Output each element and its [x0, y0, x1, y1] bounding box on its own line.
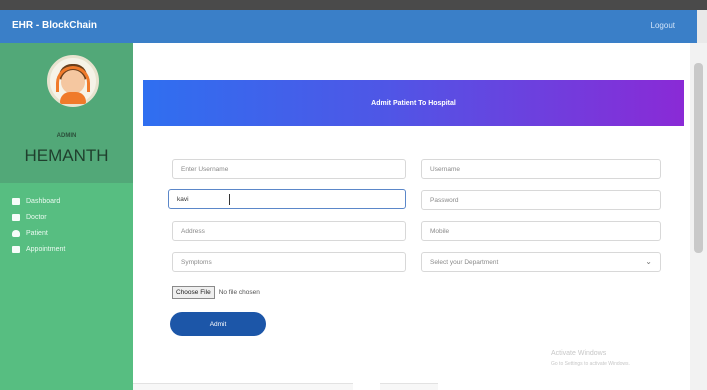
username-value: kavi: [177, 195, 189, 203]
username-field[interactable]: kavi: [168, 189, 406, 209]
user-name: HEMANTH: [24, 146, 109, 165]
choose-file-button[interactable]: Choose File: [172, 286, 215, 299]
avatar: [47, 55, 99, 107]
form-title: Admit Patient To Hospital: [371, 99, 456, 107]
watermark-line2: Go to Settings to activate Windows.: [551, 361, 630, 367]
browser-top-strip: [0, 0, 707, 10]
symptoms-field[interactable]: Symptoms: [172, 252, 406, 272]
sidebar-item-appointment[interactable]: Appointment: [0, 241, 133, 257]
doctor-icon: [12, 213, 20, 221]
calendar-icon: [12, 245, 20, 253]
sidebar-item-label: Dashboard: [26, 197, 61, 205]
sidebar-item-label: Doctor: [26, 213, 47, 221]
text-cursor: [229, 194, 230, 205]
sidebar-item-label: Patient: [26, 229, 48, 237]
sidebar-item-label: Appointment: [26, 245, 66, 253]
brand-title[interactable]: EHR - BlockChain: [12, 20, 97, 31]
form-title-banner: Admit Patient To Hospital: [143, 80, 684, 126]
first-name-field[interactable]: Enter Username: [172, 159, 406, 179]
sidebar-item-dashboard[interactable]: Dashboard: [0, 193, 133, 209]
headset-icon: [56, 66, 90, 92]
dashboard-icon: [12, 197, 20, 205]
address-field[interactable]: Address: [172, 221, 406, 241]
password-placeholder: Password: [430, 196, 459, 204]
file-status: No file chosen: [218, 289, 260, 296]
address-placeholder: Address: [181, 227, 205, 235]
page-scrollbar[interactable]: [690, 43, 707, 390]
profile-panel: ADMIN HEMANTH: [0, 43, 133, 183]
chevron-down-icon: ⌄: [645, 257, 652, 266]
main-content: Admit Patient To Hospital Enter Username…: [133, 43, 690, 390]
password-field[interactable]: Password: [421, 190, 661, 210]
activation-watermark: Activate Windows Go to Settings to activ…: [551, 349, 630, 369]
avatar-body: [60, 92, 86, 104]
file-input[interactable]: Choose File No file chosen: [172, 284, 260, 301]
sidebar-item-doctor[interactable]: Doctor: [0, 209, 133, 225]
patient-icon: [12, 229, 20, 237]
last-name-field[interactable]: Username: [421, 159, 661, 179]
top-navbar: EHR - BlockChain Logout: [0, 10, 697, 43]
admit-button[interactable]: Admit: [170, 312, 266, 336]
scrollbar-thumb[interactable]: [694, 63, 703, 253]
sidebar: ADMIN HEMANTH Dashboard Doctor Patient A…: [0, 43, 133, 390]
department-selected: Select your Department: [430, 258, 499, 266]
bottom-strip-left: [133, 383, 353, 390]
last-name-placeholder: Username: [430, 165, 460, 173]
mobile-field[interactable]: Mobile: [421, 221, 661, 241]
symptoms-placeholder: Symptoms: [181, 258, 212, 266]
sidebar-menu: Dashboard Doctor Patient Appointment: [0, 193, 133, 257]
mobile-placeholder: Mobile: [430, 227, 450, 235]
first-name-placeholder: Enter Username: [181, 165, 229, 173]
department-select[interactable]: Select your Department ⌄: [421, 252, 661, 272]
watermark-line1: Activate Windows: [551, 350, 607, 357]
bottom-strip-right: [380, 383, 438, 390]
logout-link[interactable]: Logout: [651, 21, 675, 30]
user-role: ADMIN: [56, 133, 77, 139]
sidebar-item-patient[interactable]: Patient: [0, 225, 133, 241]
